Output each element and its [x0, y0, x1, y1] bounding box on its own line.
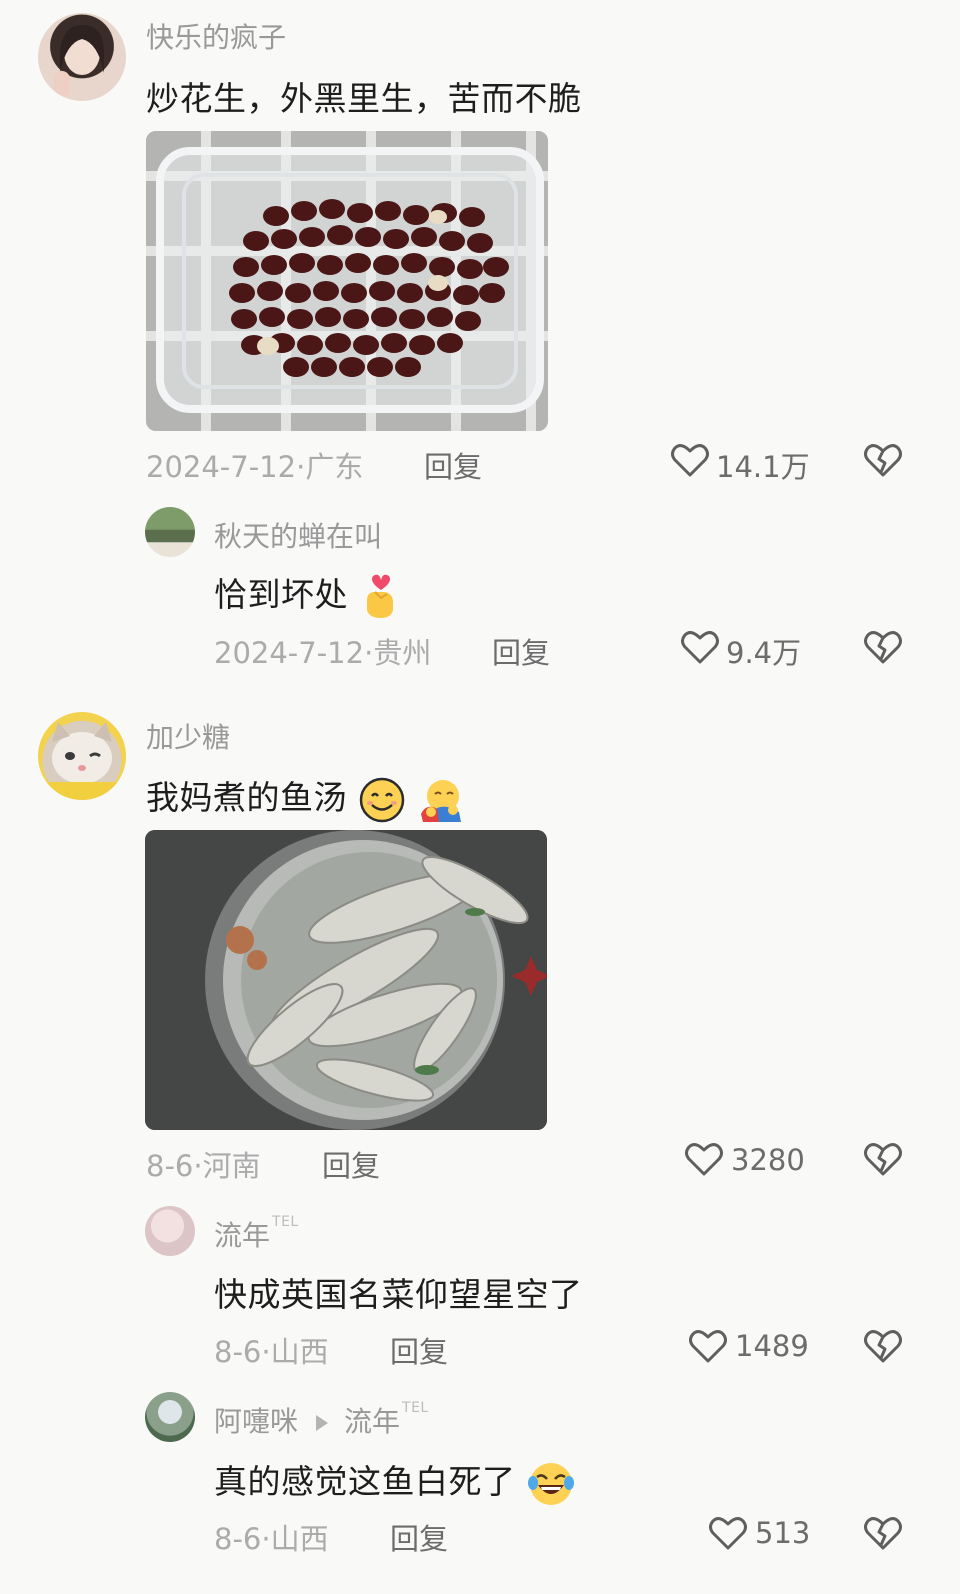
comment-meta: 8-6·河南 — [146, 1149, 261, 1183]
comment-text: 恰到坏处 — [214, 568, 401, 620]
comment-location: 河南 — [202, 1149, 261, 1183]
comment-image[interactable] — [145, 830, 547, 1130]
broken-heart-icon[interactable] — [864, 1515, 902, 1551]
comment-date: 2024-7-12 — [214, 636, 365, 670]
comment-location: 山西 — [270, 1335, 329, 1369]
username[interactable]: 阿嚏咪 流年 TEL — [214, 1400, 429, 1440]
comment-image[interactable] — [146, 131, 548, 431]
avatar[interactable] — [145, 1392, 195, 1442]
tel-badge: TEL — [402, 1400, 429, 1416]
heart-icon[interactable] — [685, 1141, 723, 1177]
avatar[interactable] — [38, 712, 126, 800]
comment-date: 2024-7-12 — [146, 450, 297, 484]
reply-button[interactable]: 回复 — [424, 444, 482, 486]
reply-arrow-icon — [316, 1415, 329, 1431]
comment-meta: 8-6·山西 — [214, 1335, 329, 1369]
comment-meta: 2024-7-12·贵州 — [214, 636, 432, 670]
comment-text: 我妈煮的鱼汤 — [146, 771, 467, 824]
comment-date: 8-6 — [214, 1522, 262, 1556]
like-count: 9.4万 — [726, 636, 802, 670]
heart-icon[interactable] — [671, 442, 709, 478]
comment-text: 炒花生，外黑里生，苦而不脆 — [146, 79, 582, 118]
comment-text-value: 真的感觉这鱼白死了 — [214, 1462, 516, 1501]
username-value: 流年 — [214, 1219, 271, 1252]
comment-meta: 2024-7-12·广东 — [146, 450, 364, 484]
like-count: 3280 — [731, 1143, 805, 1177]
reply-button[interactable]: 回复 — [390, 1516, 448, 1558]
heart-icon[interactable] — [681, 629, 719, 665]
reply-to-username[interactable]: 流年 — [344, 1405, 400, 1438]
tel-badge: TEL — [272, 1214, 299, 1230]
comment-location: 广东 — [305, 450, 364, 484]
comment-location: 贵州 — [373, 636, 432, 670]
reply-button[interactable]: 回复 — [492, 630, 550, 672]
comment-meta: 8-6·山西 — [214, 1522, 329, 1556]
broken-heart-icon[interactable] — [864, 1141, 902, 1177]
hugging-face-emoji — [421, 779, 461, 822]
comment-text: 快成英国名菜仰望星空了 — [214, 1275, 583, 1314]
broken-heart-icon[interactable] — [864, 442, 902, 478]
broken-heart-icon[interactable] — [864, 629, 902, 665]
username[interactable]: 流年 TEL — [214, 1214, 299, 1254]
comment-text-value: 我妈煮的鱼汤 — [146, 778, 347, 817]
comment-text: 真的感觉这鱼白死了 — [214, 1455, 575, 1507]
like-count: 513 — [755, 1516, 811, 1550]
avatar[interactable] — [145, 507, 195, 557]
reply-button[interactable]: 回复 — [322, 1143, 380, 1185]
like-count: 14.1万 — [716, 450, 810, 484]
avatar[interactable] — [38, 13, 126, 101]
avatar[interactable] — [145, 1206, 195, 1256]
username[interactable]: 加少糖 — [146, 716, 230, 756]
comment-location: 山西 — [270, 1522, 329, 1556]
username[interactable]: 快乐的疯子 — [146, 16, 286, 56]
username-value: 阿嚏咪 — [214, 1405, 299, 1438]
smiling-face-emoji — [359, 777, 405, 822]
username[interactable]: 秋天的蝉在叫 — [214, 515, 382, 555]
broken-heart-icon[interactable] — [864, 1328, 902, 1364]
heart-icon[interactable] — [689, 1328, 727, 1364]
heart-icon[interactable] — [709, 1515, 747, 1551]
comment-text-value: 恰到坏处 — [214, 575, 348, 614]
comment-date: 8-6 — [214, 1335, 262, 1369]
reply-button[interactable]: 回复 — [390, 1329, 448, 1371]
finger-heart-emoji — [367, 574, 393, 618]
like-count: 1489 — [735, 1329, 809, 1363]
rolling-laughing-emoji — [527, 1462, 574, 1505]
comment-date: 8-6 — [146, 1149, 194, 1183]
